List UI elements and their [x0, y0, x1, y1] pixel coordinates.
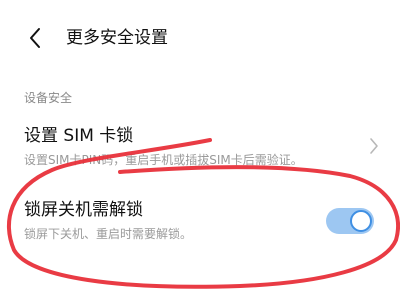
top-bar: 更多安全设置 [0, 0, 400, 78]
sim-lock-description: 设置SIM卡PIN码，重启手机或插拔SIM卡后需验证。 [24, 153, 303, 167]
chevron-left-icon [30, 28, 40, 48]
chevron-right-icon [370, 138, 378, 154]
sim-lock-row[interactable]: 设置 SIM 卡锁 设置SIM卡PIN码，重启手机或插拔SIM卡后需验证。 [0, 114, 400, 180]
security-settings-screen: 更多安全设置 设备安全 设置 SIM 卡锁 设置SIM卡PIN码，重启手机或插拔… [0, 0, 400, 300]
section-header: 设备安全 [24, 91, 73, 105]
back-button[interactable] [22, 24, 50, 52]
toggle-knob [350, 210, 372, 232]
lockscreen-shutdown-row: 锁屏关机需解锁 锁屏下关机、重启时需要解锁。 [0, 188, 400, 254]
page-title: 更多安全设置 [66, 28, 168, 48]
lockscreen-shutdown-toggle[interactable] [326, 208, 374, 234]
lockscreen-shutdown-title: 锁屏关机需解锁 [24, 200, 143, 220]
sim-lock-title: 设置 SIM 卡锁 [24, 126, 134, 146]
lockscreen-shutdown-description: 锁屏下关机、重启时需要解锁。 [24, 227, 193, 241]
